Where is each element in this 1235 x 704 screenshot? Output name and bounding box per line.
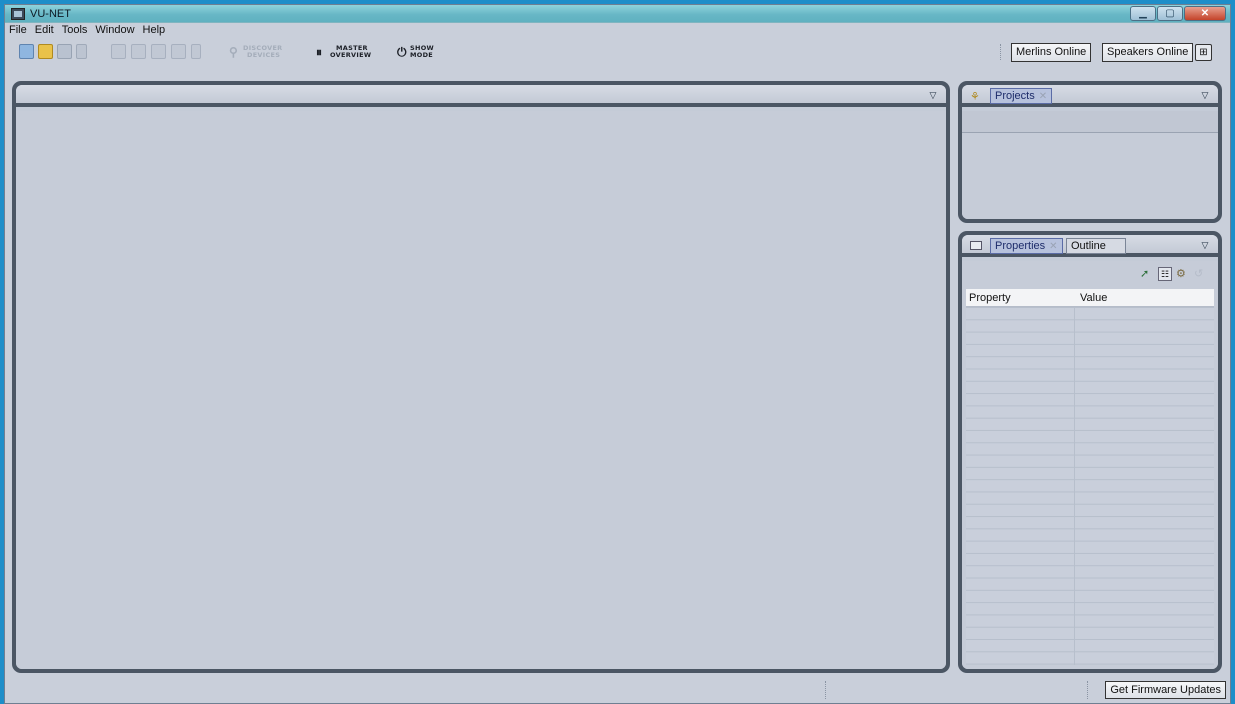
- chevron-down-icon[interactable]: ▽: [1200, 90, 1210, 100]
- minimize-icon[interactable]: ▁: [1130, 6, 1156, 21]
- editor-tab-bar: ▽: [16, 85, 946, 107]
- properties-tab-bar: Properties ✕ Outline ▽: [962, 235, 1218, 257]
- status-separator: [825, 681, 826, 699]
- show-mode-icon[interactable]: ⏻: [397, 45, 407, 60]
- window-title: VU-NET: [30, 8, 71, 20]
- menu-edit[interactable]: Edit: [35, 24, 54, 39]
- status-separator: [1087, 681, 1088, 699]
- master-label-line2: OVERVIEW: [330, 51, 372, 59]
- tab-projects[interactable]: Projects ✕: [990, 88, 1053, 104]
- properties-rows[interactable]: [966, 307, 1214, 665]
- properties-toolbar: ➚ ☷ ⚙ ↺: [1140, 267, 1208, 281]
- network-icon[interactable]: ⊞: [1195, 44, 1212, 61]
- menu-bar: File Edit Tools Window Help: [5, 24, 165, 39]
- properties-view-icon: [970, 241, 982, 250]
- tab-properties-label: Properties: [995, 240, 1046, 252]
- discover-label-line2: DEVICES: [247, 51, 281, 59]
- projects-tree-icon: ⚘: [970, 91, 980, 103]
- projects-tree-header: [962, 111, 1218, 133]
- discover-devices-button[interactable]: DISCOVER DEVICES: [243, 45, 283, 59]
- align-left-icon[interactable]: [111, 44, 126, 59]
- menu-help[interactable]: Help: [143, 24, 166, 39]
- speakers-online-button[interactable]: Speakers Online: [1102, 43, 1194, 62]
- get-firmware-updates-button[interactable]: Get Firmware Updates: [1105, 681, 1226, 699]
- new-file-icon[interactable]: [19, 44, 34, 59]
- distribute-icon[interactable]: [151, 44, 166, 59]
- show-label-line2: MODE: [410, 51, 434, 59]
- discover-devices-icon[interactable]: ⚲: [229, 45, 238, 59]
- maximize-icon[interactable]: ▢: [1157, 6, 1183, 21]
- tab-projects-label: Projects: [995, 90, 1035, 102]
- app-window: VU-NET ▁ ▢ ✕ File Edit Tools Window Help…: [4, 4, 1231, 704]
- projects-tree[interactable]: [962, 111, 1218, 219]
- save-all-icon[interactable]: [76, 44, 87, 59]
- show-mode-button[interactable]: SHOW MODE: [410, 45, 434, 59]
- editor-panel: ▽: [12, 81, 950, 673]
- column-property[interactable]: Property: [969, 292, 1011, 304]
- master-overview-button[interactable]: MASTER OVERVIEW: [330, 45, 371, 59]
- window-controls: ▁ ▢ ✕: [1130, 6, 1226, 21]
- chevron-down-icon[interactable]: ▽: [1200, 240, 1210, 250]
- column-value[interactable]: Value: [1080, 292, 1107, 304]
- projects-tab-bar: ⚘ Projects ✕ ▽: [962, 85, 1218, 107]
- open-folder-icon[interactable]: [38, 44, 53, 59]
- title-bar[interactable]: VU-NET ▁ ▢ ✕: [5, 5, 1230, 23]
- align-center-icon[interactable]: [131, 44, 146, 59]
- merlins-online-button[interactable]: Merlins Online: [1011, 43, 1092, 62]
- categories-icon[interactable]: ☷: [1158, 267, 1172, 281]
- master-overview-icon[interactable]: ⏸: [316, 45, 322, 60]
- properties-body: ➚ ☷ ⚙ ↺ Property Value: [962, 261, 1218, 669]
- ungroup-icon[interactable]: [191, 44, 201, 59]
- main-toolbar: ⚲ DISCOVER DEVICES ⏸ MASTER OVERVIEW ⏻ S…: [5, 40, 1230, 66]
- menu-tools[interactable]: Tools: [62, 24, 88, 39]
- projects-panel: ⚘ Projects ✕ ▽: [958, 81, 1222, 223]
- menu-window[interactable]: Window: [95, 24, 134, 39]
- tab-properties[interactable]: Properties ✕: [990, 238, 1063, 254]
- filter-icon[interactable]: ⚙: [1176, 267, 1190, 281]
- toolbar-separator: [1000, 44, 1001, 60]
- editor-panel-inner: ▽: [16, 85, 946, 669]
- properties-table-header: Property Value: [966, 289, 1214, 307]
- menu-file[interactable]: File: [9, 24, 27, 39]
- tab-outline[interactable]: Outline: [1066, 238, 1126, 254]
- properties-table: Property Value: [966, 289, 1214, 665]
- close-icon[interactable]: ✕: [1184, 6, 1226, 21]
- tab-outline-label: Outline: [1071, 240, 1106, 252]
- app-logo-icon: [11, 8, 25, 20]
- properties-panel-inner: Properties✕ Outline ▽ ➚ ☷ ⚙ ↺ Property: [962, 235, 1218, 669]
- close-tab-icon[interactable]: ✕: [1039, 91, 1047, 102]
- editor-area[interactable]: [16, 111, 946, 669]
- status-bar: Get Firmware Updates: [5, 677, 1230, 701]
- group-icon[interactable]: [171, 44, 186, 59]
- save-icon[interactable]: [57, 44, 72, 59]
- projects-panel-inner: ⚘ Projects ✕ ▽: [962, 85, 1218, 219]
- close-tab-icon[interactable]: ✕: [1049, 241, 1057, 252]
- chevron-down-icon[interactable]: ▽: [928, 90, 938, 100]
- restore-icon[interactable]: ↺: [1194, 267, 1208, 281]
- column-divider: [1074, 307, 1075, 665]
- pin-icon[interactable]: ➚: [1140, 267, 1154, 281]
- properties-panel: Properties✕ Outline ▽ ➚ ☷ ⚙ ↺ Property: [958, 231, 1222, 673]
